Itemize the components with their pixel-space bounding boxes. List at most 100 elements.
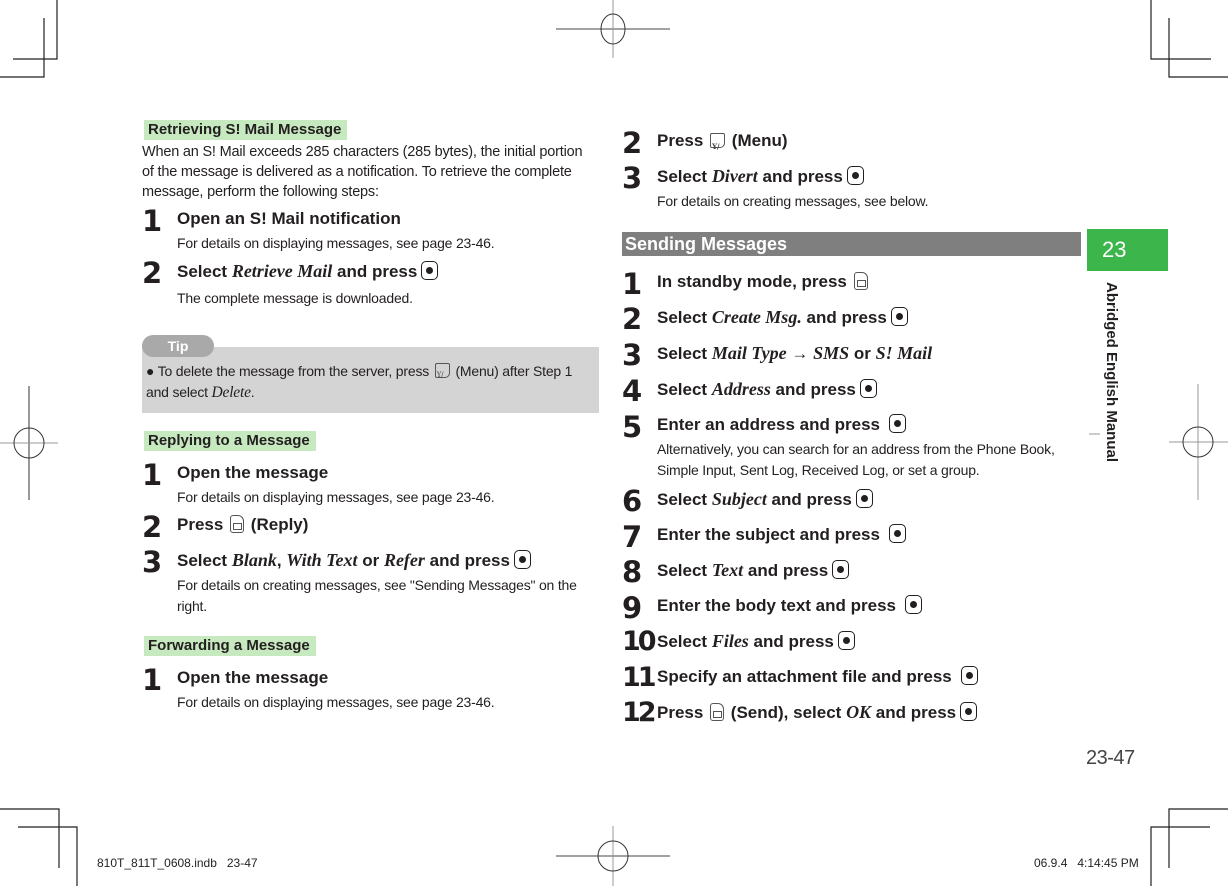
step-2: 2 Select Create Msg. and press — [622, 302, 1082, 336]
center-key-icon — [513, 550, 531, 569]
crop-mark-bottom-right-inner — [1150, 826, 1210, 886]
step-title: In standby mode, press — [657, 270, 1082, 294]
title-text: Select — [657, 344, 712, 363]
step-11: 11 Specify an attachment file and press — [622, 662, 1082, 693]
step-title: Press (Reply) — [177, 513, 600, 537]
menu-item-name: Retrieve Mail — [231, 261, 333, 281]
step-desc: For details on creating messages, see "S… — [177, 577, 577, 614]
crop-mark-bottom-right — [1168, 808, 1228, 868]
menu-item-name: Create Msg. — [711, 307, 802, 327]
left-column: Retrieving S! Mail Message When an S! Ma… — [142, 120, 600, 309]
menu-item-name: Files — [711, 631, 749, 651]
step-3: 3 Select Divert and press For details on… — [622, 161, 1082, 212]
title-text: Select — [657, 632, 712, 651]
step-title: Select Files and press — [657, 629, 1082, 654]
step-title: Select Subject and press — [657, 487, 1082, 512]
registration-mark-top — [556, 0, 670, 58]
step-title: Open the message — [177, 463, 329, 482]
step-1: 1 Open the message For details on displa… — [142, 663, 600, 713]
step-desc: For details on creating messages, see be… — [657, 193, 929, 209]
step-desc: For details on displaying messages, see … — [177, 235, 495, 251]
title-text: Select — [657, 380, 712, 399]
title-text: and press — [770, 380, 856, 399]
chapter-label: Abridged English Manual — [1100, 282, 1120, 472]
section-heading: Replying to a Message — [144, 431, 316, 451]
crop-mark-bottom-left-inner — [18, 826, 78, 886]
step-number: 10 — [622, 626, 657, 657]
center-key-icon — [859, 379, 877, 398]
section-heading: Retrieving S! Mail Message — [144, 120, 348, 140]
menu-item-name: Refer — [383, 550, 425, 570]
crop-mark-top-right — [1150, 0, 1211, 60]
title-text: and press — [757, 167, 843, 186]
menu-item-name: S! Mail — [875, 343, 933, 363]
center-key-icon — [837, 631, 855, 650]
step-5: 5 Enter an address and press Alternativel… — [622, 410, 1082, 481]
step-10: 10 Select Files and press — [622, 626, 1082, 657]
step-number: 1 — [142, 204, 162, 238]
tip-text-part: . — [250, 384, 255, 400]
step-number: 5 — [622, 410, 642, 444]
step-title: Enter the subject and press — [657, 523, 1082, 547]
step-title: Press (Send), select OK and press — [657, 700, 1082, 725]
step-title: Press (Menu) — [657, 129, 1082, 159]
footer-file-info: 810T_811T_0608.indb 23-47 — [97, 856, 258, 870]
step-number: 1 — [622, 267, 642, 301]
step-title: Select Blank, With Text or Refer and pre… — [177, 548, 600, 573]
title-text: and press — [743, 561, 829, 580]
crop-mark-top-left — [0, 18, 45, 78]
step-number: 12 — [622, 697, 657, 728]
section-heading: Forwarding a Message — [144, 636, 316, 656]
step-number: 4 — [622, 374, 642, 408]
step-number: 3 — [142, 545, 162, 579]
step-number: 2 — [622, 302, 642, 336]
step-3: 3 Select Mail Type → SMS or S! Mail — [622, 338, 1082, 372]
step-2: 2 Press (Reply) — [142, 510, 600, 544]
step-8: 8 Select Text and press — [622, 555, 1082, 589]
step-1: 1 In standby mode, press — [622, 267, 1082, 301]
title-text: (Reply) — [250, 515, 309, 534]
center-key-icon — [846, 166, 864, 185]
title-text: or — [849, 344, 876, 363]
bullet-icon: ● — [146, 363, 158, 379]
menu-item-name: Subject — [711, 489, 767, 509]
step-desc: The complete message is downloaded. — [177, 290, 413, 306]
registration-mark-left — [0, 386, 58, 500]
step-title: Select Divert and press — [657, 164, 1082, 189]
step-title: Select Text and press — [657, 558, 1082, 583]
step-1: 1 Open an S! Mail notification For detai… — [142, 204, 600, 254]
step-title: Open an S! Mail notification — [177, 209, 401, 228]
center-key-icon — [855, 489, 873, 508]
registration-mark-bottom — [556, 826, 670, 886]
step-title: Open the message — [177, 668, 329, 687]
crop-mark-top-right-inner — [1168, 18, 1228, 78]
mail-key-icon — [230, 515, 245, 533]
menu-item-name: Address — [711, 379, 771, 399]
title-text: or — [357, 551, 384, 570]
step-number: 8 — [622, 555, 642, 589]
tip-text: ● To delete the message from the server,… — [146, 361, 598, 403]
section-heading-sending: Sending Messages — [622, 232, 1081, 256]
crop-mark-top-left-inner — [13, 0, 58, 60]
step-title: Enter the body text and press — [657, 594, 1082, 618]
menu-key-icon — [434, 363, 450, 386]
chapter-tab[interactable]: 23 — [1087, 229, 1168, 271]
center-key-icon — [960, 702, 978, 721]
step-number: 2 — [622, 126, 642, 160]
section-replying: Replying to a Message 1 Open the message… — [142, 431, 600, 617]
step-2: 2 Select Retrieve Mail and press The com… — [142, 256, 600, 309]
chapter-label-text: Abridged English Manual — [1103, 282, 1120, 463]
menu-item-name: Blank — [231, 550, 277, 570]
mail-key-icon — [853, 272, 868, 290]
center-key-icon — [904, 595, 922, 614]
menu-item-name: Divert — [711, 166, 758, 186]
title-text: Select — [657, 308, 712, 327]
center-key-icon — [890, 307, 908, 326]
title-text: Press — [657, 131, 704, 150]
menu-item-name: With Text — [286, 550, 358, 570]
step-title: Enter an address and press — [657, 413, 1082, 437]
step-number: 2 — [142, 510, 162, 544]
title-text: Press — [177, 515, 224, 534]
step-4: 4 Select Address and press — [622, 374, 1082, 408]
title-text: Enter an address and press — [657, 415, 880, 434]
